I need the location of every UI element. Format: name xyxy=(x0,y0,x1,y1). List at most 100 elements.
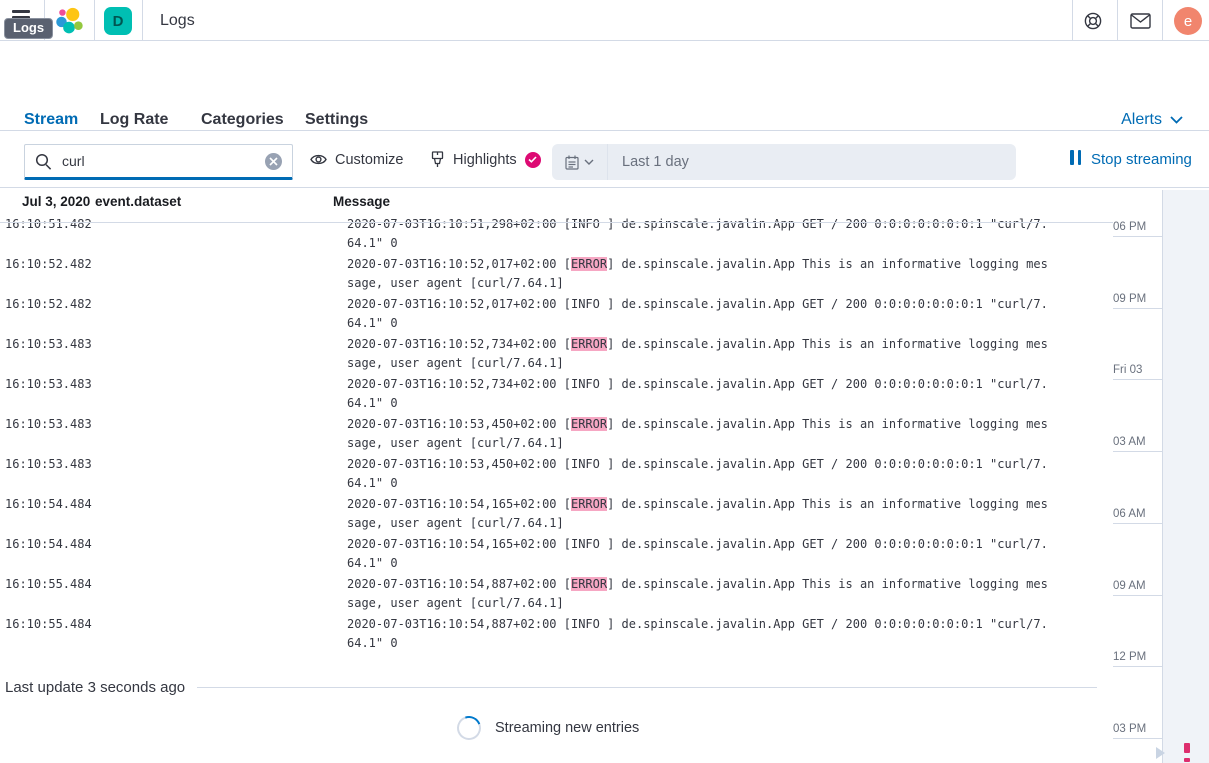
divider xyxy=(197,687,1097,688)
divider xyxy=(142,0,143,40)
highlights-active-badge xyxy=(525,152,541,168)
newsfeed-icon[interactable] xyxy=(1130,13,1150,33)
column-date: Jul 3, 2020 xyxy=(0,194,95,209)
column-message: Message xyxy=(325,194,390,209)
minimap-time-label: 09 PM xyxy=(1113,294,1162,309)
last-update-row: Last update 3 seconds ago xyxy=(5,679,1097,696)
time-minimap: 06 PM09 PMFri 0303 AM06 AM09 AM12 PM03 P… xyxy=(1100,188,1209,763)
log-timestamp: 16:10:53.483 xyxy=(0,455,115,495)
minimap-search-mark xyxy=(1184,743,1190,753)
log-row[interactable]: 16:10:52.4822020-07-03T16:10:52,017+02:0… xyxy=(0,295,1113,335)
log-row[interactable]: 16:10:55.484 2020-07-03T16:10:54,887+02:0… xyxy=(0,575,1113,615)
eye-icon xyxy=(310,153,327,166)
log-table-header: Jul 3, 2020 event.dataset Message xyxy=(0,188,1113,215)
search-box xyxy=(24,144,293,180)
help-icon[interactable] xyxy=(1083,11,1103,31)
log-timestamp: 16:10:53.483 xyxy=(0,335,115,375)
customize-label: Customize xyxy=(335,152,404,168)
breadcrumb[interactable]: Logs xyxy=(160,0,195,41)
log-dataset xyxy=(115,295,347,335)
log-timestamp: 16:10:54.484 xyxy=(0,495,115,535)
log-row[interactable]: 16:10:52.482 2020-07-03T16:10:52,017+02:0… xyxy=(0,255,1113,295)
logs-stream-page: D Logs e Logs StreamLog RateCategoriesSe… xyxy=(0,0,1209,763)
log-message: 2020-07-03T16:10:51,298+02:00 [INFO ] de… xyxy=(347,215,1107,255)
minimap-time-label: 06 AM xyxy=(1113,509,1162,524)
last-update-label: Last update 3 seconds ago xyxy=(5,679,185,696)
log-message: 2020-07-03T16:10:52,017+02:00 [ERROR] de… xyxy=(347,255,1107,295)
search-term-highlight: ERROR xyxy=(571,577,607,591)
log-dataset xyxy=(115,455,347,495)
pause-icon xyxy=(1070,150,1081,169)
log-message: 2020-07-03T16:10:52,734+02:00 [ERROR] de… xyxy=(347,335,1107,375)
minimap-density-strip[interactable] xyxy=(1162,190,1209,763)
log-row[interactable]: 16:10:53.483 2020-07-03T16:10:52,734+02:0… xyxy=(0,375,1113,415)
top-navigation-bar: D Logs e Logs xyxy=(0,0,1209,41)
space-avatar[interactable]: D xyxy=(104,7,132,35)
tabs-bar: StreamLog RateCategoriesSettings Alerts xyxy=(0,41,1209,131)
log-message: 2020-07-03T16:10:54,887+02:00 [INFO ] de… xyxy=(347,615,1107,655)
log-dataset xyxy=(115,255,347,295)
date-range-value[interactable]: Last 1 day xyxy=(608,154,689,170)
log-row[interactable]: 16:10:53.483 2020-07-03T16:10:53,450+02:0… xyxy=(0,415,1113,455)
log-row[interactable]: 16:10:54.4842020-07-03T16:10:54,165+02:0… xyxy=(0,495,1113,535)
search-term-highlight: ERROR xyxy=(571,417,607,431)
log-message: 2020-07-03T16:10:54,165+02:00 [INFO ] de… xyxy=(347,535,1107,575)
quick-select-button[interactable] xyxy=(552,144,608,180)
log-toolbar: Customize Highlights xyxy=(0,131,1209,188)
stop-streaming-label: Stop streaming xyxy=(1091,151,1192,168)
minimap-position-pointer xyxy=(1156,747,1165,759)
date-range-picker: Last 1 day xyxy=(552,144,1016,180)
divider xyxy=(1072,0,1073,40)
streaming-indicator: Streaming new entries xyxy=(457,716,639,740)
log-timestamp: 16:10:55.484 xyxy=(0,615,115,655)
log-timestamp: 16:10:55.484 xyxy=(0,575,115,615)
minimap-time-label: 12 PM xyxy=(1113,652,1162,667)
search-input[interactable] xyxy=(62,153,265,169)
search-term-highlight: ERROR xyxy=(571,257,607,271)
divider xyxy=(94,0,95,40)
log-timestamp: 16:10:52.482 xyxy=(0,255,115,295)
log-row[interactable]: 16:10:53.483 2020-07-03T16:10:52,734+02:0… xyxy=(0,335,1113,375)
log-dataset xyxy=(115,415,347,455)
paint-brush-icon xyxy=(430,151,445,168)
streaming-label: Streaming new entries xyxy=(495,720,639,736)
minimap-time-label: 03 PM xyxy=(1113,724,1162,739)
elastic-logo[interactable] xyxy=(54,6,84,36)
log-timestamp: 16:10:53.483 xyxy=(0,375,115,415)
log-row[interactable]: 16:10:53.483 2020-07-03T16:10:53,450+02:0… xyxy=(0,455,1113,495)
user-avatar[interactable]: e xyxy=(1174,7,1202,35)
log-message: 2020-07-03T16:10:52,734+02:00 [INFO ] de… xyxy=(347,375,1107,415)
log-row[interactable]: 16:10:55.484 2020-07-03T16:10:54,887+02:0… xyxy=(0,615,1113,655)
log-row[interactable]: 16:10:51.4822020-07-03T16:10:51,298+02:0… xyxy=(0,215,1113,255)
alerts-label: Alerts xyxy=(1121,111,1162,129)
spinner-icon xyxy=(453,712,485,744)
log-message: 2020-07-03T16:10:52,017+02:00 [INFO ] de… xyxy=(347,295,1107,335)
log-timestamp: 16:10:53.483 xyxy=(0,415,115,455)
alerts-menu-button[interactable]: Alerts xyxy=(1121,111,1183,129)
chevron-down-icon xyxy=(1170,116,1183,124)
clear-search-icon[interactable] xyxy=(265,153,282,170)
stop-streaming-button[interactable]: Stop streaming xyxy=(1070,131,1192,188)
table-header-border xyxy=(0,222,1113,223)
log-dataset xyxy=(115,575,347,615)
minimap-time-label: 03 AM xyxy=(1113,437,1162,452)
log-dataset xyxy=(115,615,347,655)
log-message: 2020-07-03T16:10:53,450+02:00 [ERROR] de… xyxy=(347,415,1107,455)
log-row[interactable]: 16:10:54.484 2020-07-03T16:10:54,165+02:0… xyxy=(0,535,1113,575)
log-message: 2020-07-03T16:10:54,887+02:00 [ERROR] de… xyxy=(347,575,1107,615)
highlights-label: Highlights xyxy=(453,152,517,168)
log-dataset xyxy=(115,535,347,575)
search-term-highlight: ERROR xyxy=(571,497,607,511)
elastic-logo-glyph xyxy=(54,6,84,36)
divider xyxy=(1117,0,1118,40)
log-entry-list: 16:10:51.4822020-07-03T16:10:51,298+02:0… xyxy=(0,215,1113,655)
log-message: 2020-07-03T16:10:53,450+02:00 [INFO ] de… xyxy=(347,455,1107,495)
minimap-time-label: 06 PM xyxy=(1113,222,1162,237)
log-dataset xyxy=(115,335,347,375)
highlights-button[interactable]: Highlights xyxy=(430,131,541,188)
search-icon xyxy=(35,153,52,170)
log-timestamp: 16:10:54.484 xyxy=(0,535,115,575)
log-dataset xyxy=(115,375,347,415)
chevron-down-icon xyxy=(584,159,594,165)
customize-button[interactable]: Customize xyxy=(310,131,404,188)
